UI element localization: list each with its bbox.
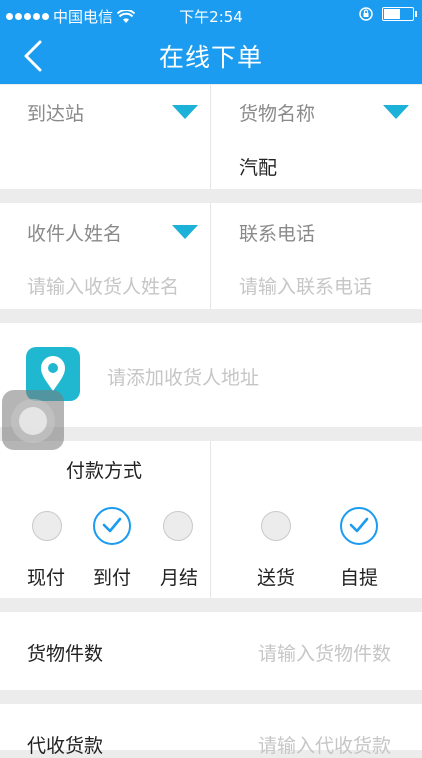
receiver-section: 收件人姓名 请输入收货人姓名 联系电话 请输入联系电话 xyxy=(0,203,422,309)
cod-input[interactable]: 请输入代收货款 xyxy=(258,731,391,758)
option-label: 现付 xyxy=(27,567,66,589)
phone-label: 联系电话 xyxy=(239,223,316,245)
option-label: 送货 xyxy=(257,567,296,589)
check-icon xyxy=(349,517,369,533)
radio-delivery[interactable] xyxy=(261,511,291,541)
pieces-input[interactable]: 请输入货物件数 xyxy=(258,639,391,666)
radio-pay-now[interactable] xyxy=(32,511,62,541)
nav-bar: 在线下单 xyxy=(0,30,422,84)
arrival-dropdown-icon[interactable] xyxy=(172,105,198,119)
option-label: 自提 xyxy=(340,567,379,589)
orientation-lock-icon xyxy=(359,7,373,21)
goods-name-value: 汽配 xyxy=(239,157,278,179)
arrival-station-label: 到达站 xyxy=(27,103,85,125)
status-right xyxy=(358,6,417,22)
arrival-station-field[interactable]: 到达站 xyxy=(0,85,210,189)
radio-pay-on-delivery[interactable] xyxy=(93,507,131,545)
check-icon xyxy=(102,517,122,533)
goods-name-field[interactable]: 货物名称 汽配 xyxy=(211,85,422,189)
cod-row[interactable]: 代收货款 请输入代收货款 xyxy=(0,704,422,757)
receiver-name-label: 收件人姓名 xyxy=(27,223,123,245)
pieces-label: 货物件数 xyxy=(27,643,104,665)
option-label: 到付 xyxy=(93,567,132,589)
phone-input[interactable]: 请输入联系电话 xyxy=(239,272,372,299)
route-goods-section: 到达站 货物名称 汽配 xyxy=(0,85,422,189)
status-bar: 中国电信 下午2:54 xyxy=(0,0,422,30)
phone-field[interactable]: 联系电话 请输入联系电话 xyxy=(211,203,422,309)
battery-icon xyxy=(382,7,417,21)
pieces-row[interactable]: 货物件数 请输入货物件数 xyxy=(0,612,422,690)
divider xyxy=(210,441,211,598)
goods-name-label: 货物名称 xyxy=(239,103,316,125)
receiver-name-field[interactable]: 收件人姓名 请输入收货人姓名 xyxy=(0,203,210,309)
radio-self-pickup[interactable] xyxy=(340,507,378,545)
option-label: 月结 xyxy=(160,567,199,589)
payment-method-title: 付款方式 xyxy=(66,460,143,482)
receiver-name-input[interactable]: 请输入收货人姓名 xyxy=(27,272,179,299)
assistive-touch-button[interactable] xyxy=(2,390,64,450)
payment-delivery-section: 付款方式 现付 到付 月结 送货 自提 xyxy=(0,441,422,598)
address-placeholder[interactable]: 请添加收货人地址 xyxy=(107,363,259,390)
receiver-dropdown-icon[interactable] xyxy=(172,225,198,239)
cod-label: 代收货款 xyxy=(27,735,104,757)
goods-dropdown-icon[interactable] xyxy=(383,105,409,119)
radio-monthly[interactable] xyxy=(163,511,193,541)
page-title: 在线下单 xyxy=(158,43,263,72)
